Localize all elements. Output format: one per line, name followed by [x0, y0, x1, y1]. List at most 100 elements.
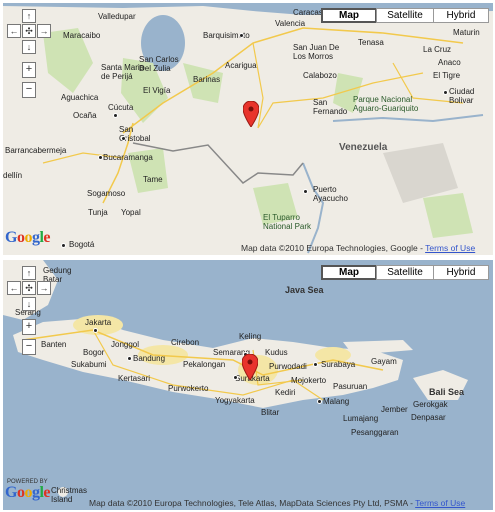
zoom-in-button[interactable]: +: [22, 319, 36, 335]
copyright-text: Map data ©2010 Europa Technologies, Goog…: [241, 243, 426, 253]
map-marker-icon[interactable]: [243, 101, 259, 127]
city-dot: [121, 136, 126, 141]
place-label: Sogamoso: [87, 189, 126, 198]
city-dot: [61, 243, 66, 248]
zoom-out-button[interactable]: −: [22, 339, 36, 355]
city-dot: [233, 375, 238, 380]
map-type-map-button[interactable]: Map: [321, 8, 377, 23]
google-logo-letter: o: [24, 484, 32, 501]
place-label: Pesanggaran: [351, 428, 399, 437]
place-label: Maturin: [453, 28, 480, 37]
city-dot: [93, 328, 98, 333]
copyright-text: Map data ©2010 Europa Technologies, Tele…: [89, 498, 416, 508]
place-label: Aguachica: [61, 93, 99, 102]
city-dot: [127, 356, 132, 361]
map-type-satellite-button[interactable]: Satellite: [376, 8, 434, 23]
place-label: Valencia: [275, 19, 306, 28]
place-label: Purwodadi: [269, 362, 307, 371]
pan-up-button[interactable]: ↑: [22, 266, 36, 280]
zoom-in-button[interactable]: +: [22, 62, 36, 78]
place-label: El Tigre: [433, 71, 461, 80]
place-label: Barinas: [193, 75, 221, 84]
place-label: Mojokerto: [291, 376, 327, 385]
terms-of-use-link[interactable]: Terms of Use: [425, 243, 475, 253]
place-label: Parque Nacional Aguaro-Guariquito: [353, 95, 419, 113]
google-logo-letter: G: [5, 229, 17, 246]
place-label: La Cruz: [423, 45, 452, 54]
place-label: Calabozo: [303, 71, 337, 80]
place-label: Caracas: [293, 8, 323, 17]
google-logo-letter: G: [5, 484, 17, 501]
city-dot: [239, 33, 244, 38]
map-tiles: [3, 260, 468, 497]
place-label: Puerto Ayacucho: [313, 185, 348, 203]
city-dot: [113, 113, 118, 118]
terms-of-use-link[interactable]: Terms of Use: [415, 498, 465, 508]
pan-center-button[interactable]: ✣: [22, 24, 36, 38]
map-marker-icon[interactable]: [242, 354, 258, 380]
place-label: Jakarta: [85, 318, 112, 327]
pan-left-button[interactable]: ←: [7, 24, 21, 38]
place-label: San Carlos Del Zulia: [139, 55, 179, 73]
place-label: Cúcuta: [108, 103, 134, 112]
city-dot: [317, 399, 322, 404]
place-label: Valledupar: [98, 12, 136, 21]
place-label: Acarigua: [225, 61, 257, 70]
map-copyright: Map data ©2010 Europa Technologies, Tele…: [89, 498, 465, 508]
map-type-control: Map Satellite Hybrid: [321, 265, 489, 280]
google-logo[interactable]: Google: [5, 484, 50, 502]
city-dot: [313, 362, 318, 367]
place-label: Malang: [323, 397, 350, 406]
place-label: Kudus: [265, 348, 288, 357]
place-label: Ocaña: [73, 111, 97, 120]
place-label: Yopal: [121, 208, 141, 217]
map-copyright: Map data ©2010 Europa Technologies, Goog…: [241, 243, 475, 253]
place-label: Anaco: [438, 58, 461, 67]
place-label: Tenasa: [358, 38, 384, 47]
place-label: Maracaibo: [63, 31, 101, 40]
country-label: Venezuela: [339, 142, 388, 153]
map-type-hybrid-button[interactable]: Hybrid: [433, 8, 489, 23]
place-label: Keling: [239, 332, 262, 341]
place-label: Tunja: [88, 208, 108, 217]
place-label: San Juan De Los Morros: [293, 43, 340, 61]
map-type-hybrid-button[interactable]: Hybrid: [433, 265, 489, 280]
place-label: Kertasari: [118, 374, 151, 383]
pan-down-button[interactable]: ↓: [22, 40, 36, 54]
place-label: El Tuparro National Park: [263, 213, 312, 231]
place-label: Jonggol: [111, 340, 140, 349]
pan-center-button[interactable]: ✣: [22, 281, 36, 295]
pan-down-button[interactable]: ↓: [22, 297, 36, 311]
pan-up-button[interactable]: ↑: [22, 9, 36, 23]
city-dot: [98, 155, 103, 160]
zoom-out-button[interactable]: −: [22, 82, 36, 98]
map-venezuela[interactable]: Venezuela Parque Nacional Aguaro-Guariqu…: [3, 3, 493, 255]
place-label: Yogyakarta: [215, 396, 255, 405]
google-logo-letter: e: [43, 484, 51, 501]
city-dot: [443, 90, 448, 95]
place-label: Ciudad Bolivar: [449, 87, 475, 105]
place-label: Lumajang: [343, 414, 379, 423]
map-java[interactable]: Java Sea Bali Sea Jakarta Gedung Batar S…: [3, 260, 493, 510]
map-type-map-button[interactable]: Map: [321, 265, 377, 280]
map-type-control: Map Satellite Hybrid: [321, 8, 489, 23]
place-label: Sukabumi: [71, 360, 107, 369]
place-label: Pasuruan: [333, 382, 368, 391]
place-label: Bogotá: [69, 240, 95, 249]
place-label: Bucaramanga: [103, 153, 153, 162]
city-dot: [303, 189, 308, 194]
map-tiles: [3, 3, 493, 254]
pan-right-button[interactable]: →: [37, 281, 51, 295]
google-logo[interactable]: Google: [5, 229, 50, 247]
place-label: San Fernando: [313, 98, 348, 116]
pan-right-button[interactable]: →: [37, 24, 51, 38]
place-label: Gayam: [371, 357, 397, 366]
place-label: Purwokerto: [168, 384, 209, 393]
place-label: Santa Maria de Perijá: [101, 63, 145, 81]
place-label: Bogor: [83, 348, 105, 357]
map-type-satellite-button[interactable]: Satellite: [376, 265, 434, 280]
place-label: Kediri: [275, 388, 296, 397]
sea-label: Java Sea: [285, 285, 324, 295]
pan-left-button[interactable]: ←: [7, 281, 21, 295]
place-label: Christmas Island: [51, 486, 88, 504]
